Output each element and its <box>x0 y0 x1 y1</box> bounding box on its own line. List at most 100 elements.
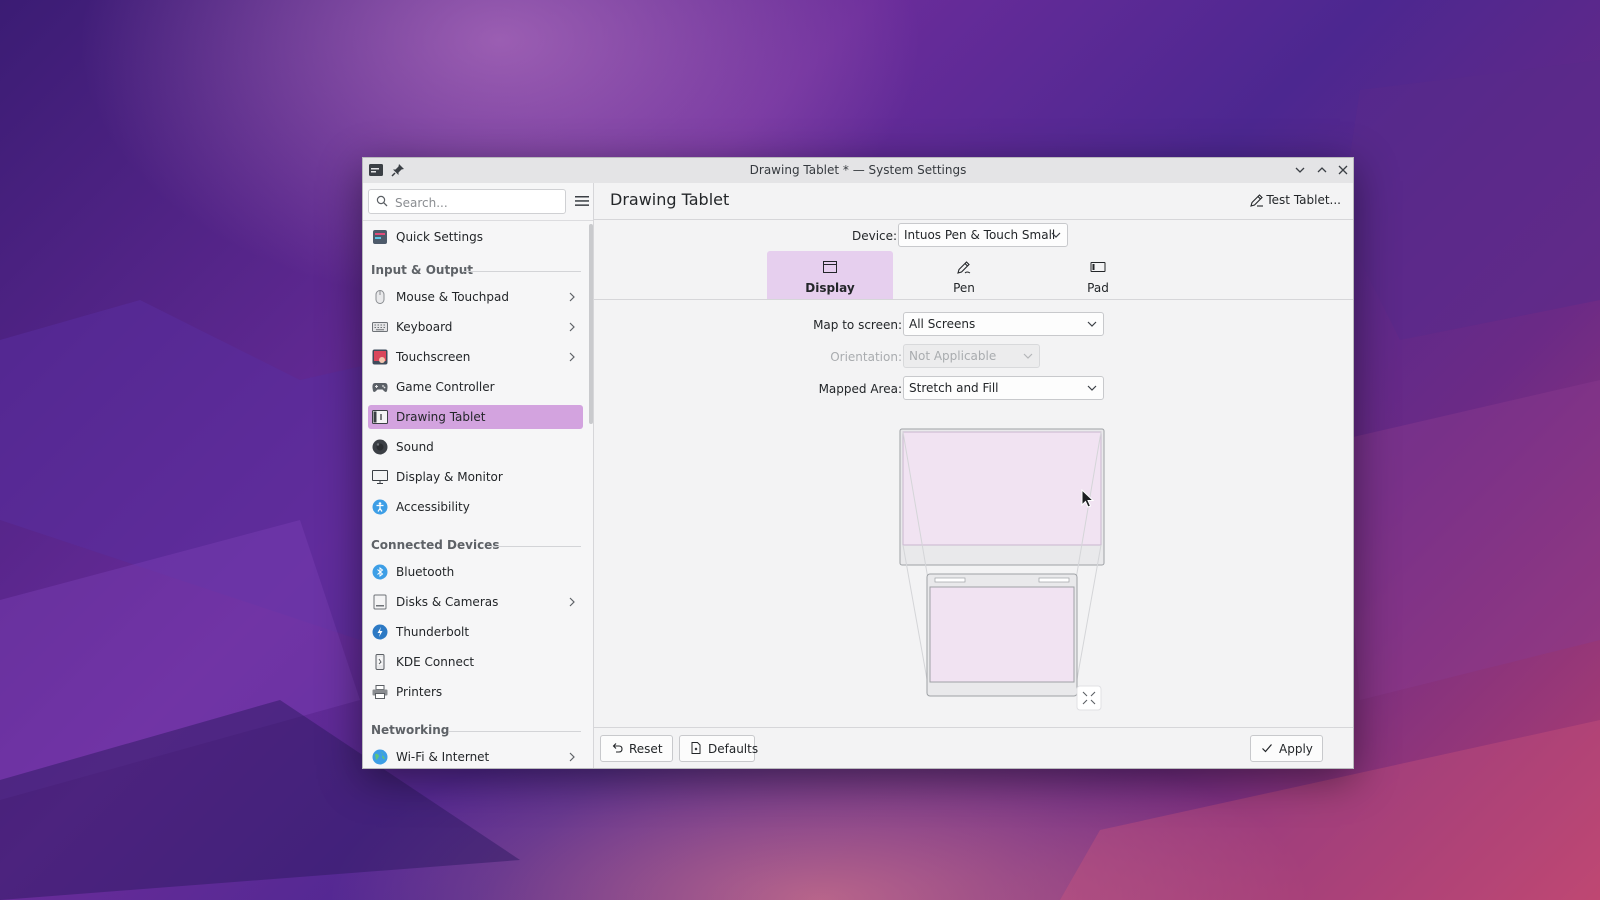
mouse-icon <box>375 290 385 304</box>
chevron-down-icon <box>1087 385 1097 391</box>
screen-preview <box>899 428 1105 566</box>
disk-icon <box>373 594 387 610</box>
chevron-down-icon <box>1051 232 1061 238</box>
sidebar-item-label: Drawing Tablet <box>396 410 486 424</box>
mapped-area-select[interactable]: Stretch and Fill <box>903 376 1104 400</box>
hamburger-menu-icon[interactable] <box>574 194 590 208</box>
footer-bar: Reset Defaults Apply <box>594 727 1353 768</box>
category-divider <box>491 546 581 547</box>
sidebar-item-display-monitor[interactable]: Display & Monitor <box>368 465 583 489</box>
system-settings-window: Drawing Tablet * — System Settings Searc… <box>362 157 1354 769</box>
monitor-icon <box>372 470 388 484</box>
map-to-screen-value: All Screens <box>909 317 976 331</box>
chevron-right-icon <box>569 597 575 607</box>
apply-button[interactable]: Apply <box>1250 735 1323 762</box>
sidebar-item-label: Disks & Cameras <box>396 595 499 609</box>
keyboard-icon <box>372 322 388 332</box>
reset-button[interactable]: Reset <box>600 735 673 762</box>
sidebar-scrollbar[interactable] <box>589 224 593 424</box>
globe-icon <box>372 749 388 765</box>
display-icon <box>823 261 837 273</box>
sidebar-item-sound[interactable]: Sound <box>368 435 583 459</box>
tabs-separator <box>594 299 1353 300</box>
chevron-right-icon <box>569 322 575 332</box>
sidebar-item-label: Game Controller <box>396 380 495 394</box>
sidebar-item-touchscreen[interactable]: Touchscreen <box>368 345 583 369</box>
title-bar[interactable]: Drawing Tablet * — System Settings <box>363 158 1353 184</box>
search-input[interactable] <box>393 190 562 215</box>
sidebar-item-mouse-touchpad[interactable]: Mouse & Touchpad <box>368 285 583 309</box>
category-divider <box>463 271 581 272</box>
sidebar-item-label: Mouse & Touchpad <box>396 290 509 304</box>
document-icon <box>691 742 701 754</box>
sidebar-item-keyboard[interactable]: Keyboard <box>368 315 583 339</box>
category-connected-devices: Connected Devices <box>371 538 500 552</box>
sidebar-item-game-controller[interactable]: Game Controller <box>368 375 583 399</box>
sidebar-item-quick-settings[interactable]: Quick Settings <box>368 225 583 249</box>
main-content: Drawing Tablet Test Tablet... Device: In… <box>594 183 1353 768</box>
tablet-preview <box>926 573 1078 697</box>
pad-icon <box>1090 262 1106 272</box>
maximize-icon[interactable] <box>1314 162 1330 178</box>
sidebar-item-wifi-internet[interactable]: Wi-Fi & Internet <box>368 745 583 768</box>
tab-label: Display <box>805 281 855 295</box>
sidebar-item-label: Thunderbolt <box>396 625 470 639</box>
close-icon[interactable] <box>1335 162 1351 178</box>
phone-icon <box>375 654 385 670</box>
sidebar-item-kde-connect[interactable]: KDE Connect <box>368 650 583 674</box>
speaker-icon <box>372 439 388 455</box>
sidebar-item-label: Display & Monitor <box>396 470 503 484</box>
chevron-right-icon <box>569 752 575 762</box>
tablet-icon <box>372 410 388 424</box>
orientation-select[interactable]: Not Applicable <box>903 344 1040 368</box>
tab-pad[interactable]: Pad <box>1035 251 1161 299</box>
tab-label: Pen <box>953 281 975 295</box>
chevron-down-icon <box>1087 321 1097 327</box>
orientation-value: Not Applicable <box>909 349 997 363</box>
window-title: Drawing Tablet * — System Settings <box>749 163 967 177</box>
mapping-preview <box>899 428 1105 711</box>
sidebar-item-label: KDE Connect <box>396 655 475 669</box>
sidebar-item-thunderbolt[interactable]: Thunderbolt <box>368 620 583 644</box>
defaults-button[interactable]: Defaults <box>679 735 758 762</box>
pencil-icon <box>1250 194 1263 207</box>
sidebar-item-disks-cameras[interactable]: Disks & Cameras <box>368 590 583 614</box>
apply-label: Apply <box>1279 742 1313 756</box>
tab-pen[interactable]: Pen <box>901 251 1027 299</box>
device-value: Intuos Pen & Touch Small <box>904 228 1056 242</box>
search-box[interactable] <box>368 189 566 215</box>
search-icon <box>376 195 388 207</box>
checkmark-icon <box>1262 744 1272 753</box>
category-networking: Networking <box>371 723 450 737</box>
test-tablet-label: Test Tablet... <box>1266 193 1341 207</box>
sidebar-item-drawing-tablet[interactable]: Drawing Tablet <box>368 405 583 429</box>
chevron-down-icon <box>1023 353 1033 359</box>
test-tablet-button[interactable]: Test Tablet... <box>1249 192 1341 210</box>
chevron-right-icon <box>569 292 575 302</box>
category-input-output: Input & Output <box>371 263 474 277</box>
sidebar-item-label: Touchscreen <box>396 350 471 364</box>
sidebar-item-label: Sound <box>396 440 434 454</box>
bluetooth-icon <box>372 564 388 580</box>
tab-display[interactable]: Display <box>767 251 893 299</box>
minimize-icon[interactable] <box>1292 162 1308 178</box>
quick-settings-icon <box>373 230 387 244</box>
desktop-background: Drawing Tablet * — System Settings Searc… <box>0 0 1600 900</box>
undo-icon <box>612 743 623 753</box>
mouse-cursor-icon <box>1081 489 1095 508</box>
map-to-screen-select[interactable]: All Screens <box>903 312 1104 336</box>
sidebar-item-label: Keyboard <box>396 320 453 334</box>
mapped-area-label: Mapped Area: <box>818 382 902 396</box>
sidebar-item-accessibility[interactable]: Accessibility <box>368 495 583 519</box>
sidebar-item-label: Bluetooth <box>396 565 455 579</box>
category-divider <box>449 731 581 732</box>
header-separator <box>594 219 1353 220</box>
fit-view-button[interactable] <box>1076 685 1102 711</box>
sidebar-item-bluetooth[interactable]: Bluetooth <box>368 560 583 584</box>
tab-bar: Display Pen Pad <box>767 251 1169 299</box>
orientation-label: Orientation: <box>830 350 902 364</box>
device-select[interactable]: Intuos Pen & Touch Small <box>898 223 1068 247</box>
accessibility-icon <box>372 499 388 515</box>
sidebar-item-printers[interactable]: Printers <box>368 680 583 704</box>
page-title: Drawing Tablet <box>610 190 730 209</box>
